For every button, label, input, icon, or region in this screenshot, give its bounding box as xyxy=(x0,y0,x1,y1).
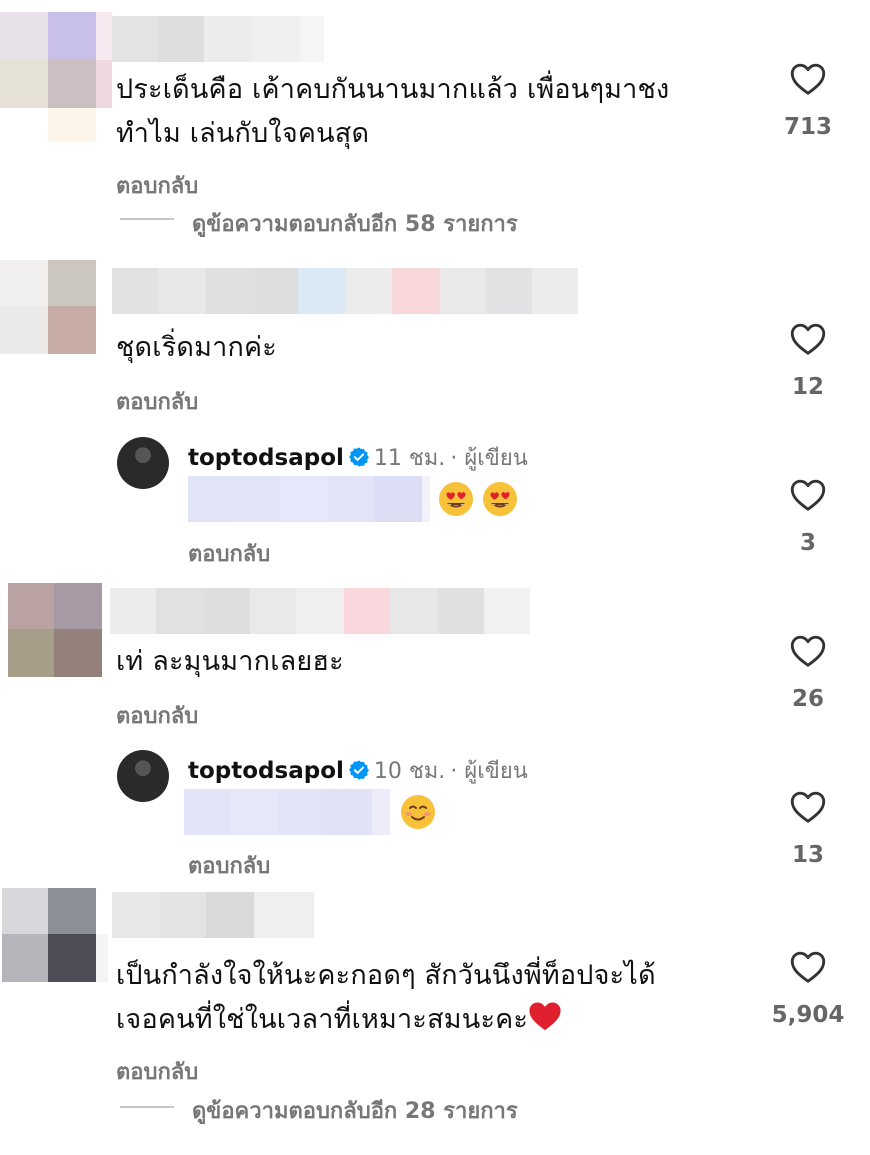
reply-button[interactable]: ตอบกลับ xyxy=(188,848,270,883)
reply-button[interactable]: ตอบกลับ xyxy=(116,698,198,733)
reply-header: toptodsapol 10 ชม. · ผู้เขียน xyxy=(188,753,528,788)
comment-text: ชุดเริ่ดมากค่ะ xyxy=(116,332,277,363)
heart-eyes-emoji xyxy=(483,482,517,516)
avatar[interactable] xyxy=(8,583,102,677)
reply-button[interactable]: ตอบกลับ xyxy=(116,168,198,203)
divider-line xyxy=(120,218,174,220)
reply-time: 11 ชม. xyxy=(373,446,446,471)
reply-header: toptodsapol 11 ชม. · ผู้เขียน xyxy=(188,440,528,475)
verified-badge-icon xyxy=(348,447,369,467)
mention-blurred[interactable] xyxy=(188,476,430,522)
avatar[interactable] xyxy=(0,12,112,142)
view-replies-button[interactable]: ดูข้อความตอบกลับอีก 28 รายการ xyxy=(192,1093,518,1128)
avatar[interactable] xyxy=(2,888,108,982)
author-label: · ผู้เขียน xyxy=(450,446,528,471)
like-count: 13 xyxy=(791,842,824,868)
reply-time: 10 ชม. xyxy=(373,759,446,784)
reply-button[interactable]: ตอบกลับ xyxy=(116,384,198,419)
like-button[interactable]: 26 xyxy=(768,634,848,712)
like-button[interactable]: 13 xyxy=(768,790,848,868)
reply-button[interactable]: ตอบกลับ xyxy=(116,1054,198,1089)
like-button[interactable]: 12 xyxy=(768,322,848,400)
author-username[interactable]: toptodsapol xyxy=(188,758,344,784)
username-blurred[interactable] xyxy=(112,892,314,938)
heart-outline-icon xyxy=(790,63,826,95)
heart-outline-icon xyxy=(790,951,826,983)
like-count: 12 xyxy=(791,374,824,400)
comment-text: เท่ ละมุนมากเลยฮะ xyxy=(116,646,344,677)
verified-badge-icon xyxy=(348,760,369,780)
red-heart-emoji xyxy=(529,1002,561,1031)
username-blurred[interactable] xyxy=(112,268,578,314)
like-button[interactable]: 5,904 xyxy=(768,950,848,1028)
smiling-face-emoji xyxy=(401,795,435,829)
username-blurred[interactable] xyxy=(112,16,324,62)
author-avatar[interactable] xyxy=(117,750,169,802)
author-avatar[interactable] xyxy=(117,437,169,489)
like-count: 5,904 xyxy=(771,1002,845,1028)
avatar[interactable] xyxy=(0,260,96,354)
reply-body xyxy=(184,789,436,835)
reply-body xyxy=(188,476,518,522)
like-count: 3 xyxy=(799,530,816,556)
heart-outline-icon xyxy=(790,635,826,667)
author-label: · ผู้เขียน xyxy=(450,759,528,784)
mention-blurred[interactable] xyxy=(184,789,390,835)
like-button[interactable]: 713 xyxy=(768,62,848,140)
reply-button[interactable]: ตอบกลับ xyxy=(188,536,270,571)
view-replies-button[interactable]: ดูข้อความตอบกลับอีก 58 รายการ xyxy=(192,206,518,241)
comment-text: เป็นกำลังใจให้นะคะกอดๆ สักวันนึงพี่ท็อปจ… xyxy=(116,960,656,1035)
heart-outline-icon xyxy=(790,791,826,823)
divider-line xyxy=(120,1106,174,1108)
author-username[interactable]: toptodsapol xyxy=(188,445,344,471)
username-blurred[interactable] xyxy=(110,588,530,634)
heart-outline-icon xyxy=(790,479,826,511)
like-button[interactable]: 3 xyxy=(768,478,848,556)
heart-eyes-emoji xyxy=(439,482,473,516)
like-count: 713 xyxy=(783,114,832,140)
comment-text: ประเด็นคือ เค้าคบกันนานมากแล้ว เพื่อนๆมา… xyxy=(116,74,670,149)
heart-outline-icon xyxy=(790,323,826,355)
like-count: 26 xyxy=(791,686,824,712)
